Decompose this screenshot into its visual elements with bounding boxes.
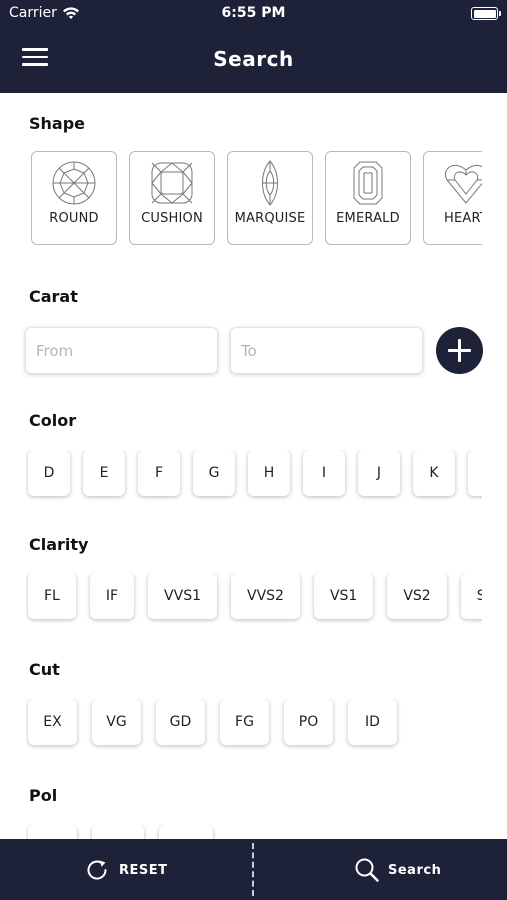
shape-label: HEART [444, 211, 482, 226]
color-chip-h[interactable]: H [248, 450, 290, 496]
carat-section-title: Carat [29, 287, 78, 306]
clarity-chip-vvs2[interactable]: VVS2 [231, 573, 300, 619]
pol-chip[interactable] [159, 825, 213, 839]
shape-heart[interactable]: HEART [423, 151, 482, 245]
search-label: Search [388, 863, 442, 878]
clarity-section-title: Clarity [29, 535, 89, 554]
color-chip-d[interactable]: D [28, 450, 70, 496]
round-diamond-icon [52, 161, 96, 205]
clarity-chip-vvs1[interactable]: VVS1 [148, 573, 217, 619]
color-chip-l[interactable]: L [468, 450, 482, 496]
search-button[interactable]: Search [254, 839, 507, 900]
status-time: 6:55 PM [221, 5, 286, 21]
color-chip-f[interactable]: F [138, 450, 180, 496]
cut-chip-id[interactable]: ID [348, 699, 397, 745]
reset-icon [87, 860, 107, 880]
color-section-title: Color [29, 411, 77, 430]
color-chip-g[interactable]: G [193, 450, 235, 496]
color-chip-k[interactable]: K [413, 450, 455, 496]
bottom-action-bar: RESET Search [0, 839, 507, 900]
cut-chip-vg[interactable]: VG [92, 699, 141, 745]
carat-to-input[interactable] [230, 327, 423, 374]
cut-section-title: Cut [29, 660, 60, 679]
search-filters: Shape ROUND CUSHION MARQUISE EMERALD HEA… [0, 93, 507, 839]
shape-label: ROUND [49, 211, 99, 226]
shape-cushion[interactable]: CUSHION [129, 151, 215, 245]
reset-label: RESET [119, 863, 168, 878]
cut-chip-fg[interactable]: FG [220, 699, 269, 745]
color-row[interactable]: DEFGHIJKL [26, 450, 482, 502]
carat-from-input[interactable] [25, 327, 218, 374]
shape-label: MARQUISE [234, 211, 306, 226]
marquise-diamond-icon [262, 160, 278, 206]
pol-chip[interactable] [28, 825, 77, 839]
color-chip-j[interactable]: J [358, 450, 400, 496]
color-chip-i[interactable]: I [303, 450, 345, 496]
color-chip-e[interactable]: E [83, 450, 125, 496]
clarity-chip-si1[interactable]: SI1 [460, 573, 482, 619]
page-title: Search [213, 47, 294, 71]
clarity-row[interactable]: FL IF VVS1 VVS2 VS1 VS2 SI1 [26, 573, 482, 625]
cut-row[interactable]: EX VG GD FG PO ID [26, 699, 482, 751]
clarity-chip-vs1[interactable]: VS1 [313, 573, 374, 619]
clarity-chip-vs2[interactable]: VS2 [387, 573, 447, 619]
pol-section-title: Pol [29, 786, 58, 805]
emerald-diamond-icon [353, 161, 383, 205]
shape-marquise[interactable]: MARQUISE [227, 151, 313, 245]
heart-diamond-icon [445, 165, 482, 204]
shape-round[interactable]: ROUND [31, 151, 117, 245]
reset-button[interactable]: RESET [0, 839, 251, 900]
shape-label: EMERALD [336, 211, 400, 226]
cut-chip-gd[interactable]: GD [156, 699, 205, 745]
clarity-chip-fl[interactable]: FL [28, 573, 76, 619]
search-icon [355, 858, 379, 882]
shape-section-title: Shape [29, 114, 86, 133]
nav-bar: Search [0, 28, 507, 93]
cut-chip-po[interactable]: PO [284, 699, 333, 745]
pol-chip[interactable] [92, 825, 144, 839]
clarity-chip-if[interactable]: IF [89, 573, 135, 619]
shape-label: CUSHION [141, 211, 203, 226]
pol-row[interactable] [26, 825, 482, 839]
shape-emerald[interactable]: EMERALD [325, 151, 411, 245]
cushion-diamond-icon [151, 162, 193, 204]
cut-chip-ex[interactable]: EX [28, 699, 77, 745]
status-bar: Carrier 6:55 PM [0, 0, 507, 28]
battery-icon [471, 7, 501, 20]
add-carat-button[interactable] [436, 327, 483, 374]
shape-row[interactable]: ROUND CUSHION MARQUISE EMERALD HEAR [31, 151, 482, 247]
